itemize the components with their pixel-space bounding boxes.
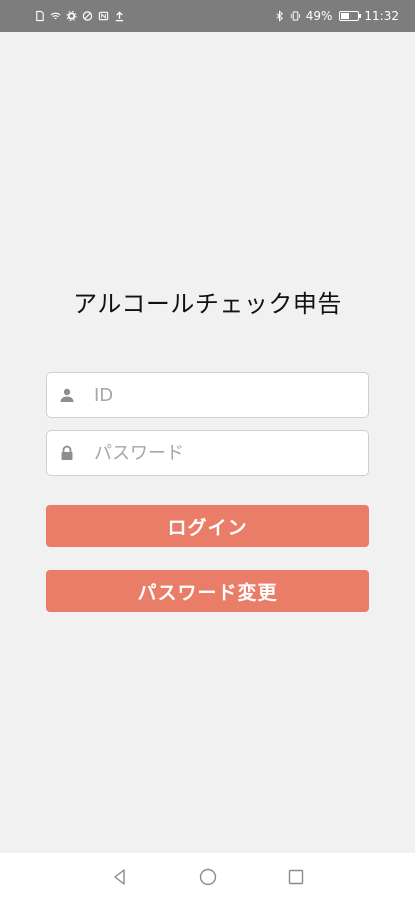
password-input[interactable] — [87, 442, 368, 464]
page-title: アルコールチェック申告 — [73, 290, 342, 318]
vpn-icon — [82, 10, 93, 22]
settings-icon — [66, 10, 77, 22]
battery-level — [341, 13, 350, 19]
screen: 49% 11:32 アルコールチェック申告 ログイン パスワード変更 — [0, 0, 415, 900]
sim-icon — [34, 10, 45, 22]
nfc-icon — [98, 10, 109, 22]
upload-icon — [114, 10, 125, 22]
password-field[interactable] — [46, 430, 369, 476]
home-icon[interactable] — [196, 865, 220, 889]
id-input[interactable] — [87, 384, 368, 406]
navigation-bar — [0, 853, 415, 900]
user-icon — [47, 387, 87, 403]
lock-icon — [47, 445, 87, 461]
status-time: 11:32 — [364, 9, 399, 23]
battery-icon — [339, 11, 362, 21]
wifi-icon — [50, 10, 61, 22]
status-bar: 49% 11:32 — [0, 0, 415, 32]
battery-percent: 49% — [305, 9, 333, 23]
vibrate-icon — [290, 10, 301, 22]
recents-icon[interactable] — [284, 865, 308, 889]
back-icon[interactable] — [108, 865, 132, 889]
bluetooth-icon — [274, 10, 285, 22]
login-button[interactable]: ログイン — [46, 505, 369, 547]
status-right-icons: 49% 11:32 — [274, 9, 399, 23]
status-left-icons — [34, 10, 125, 22]
change-password-button[interactable]: パスワード変更 — [46, 570, 369, 612]
id-field[interactable] — [46, 372, 369, 418]
